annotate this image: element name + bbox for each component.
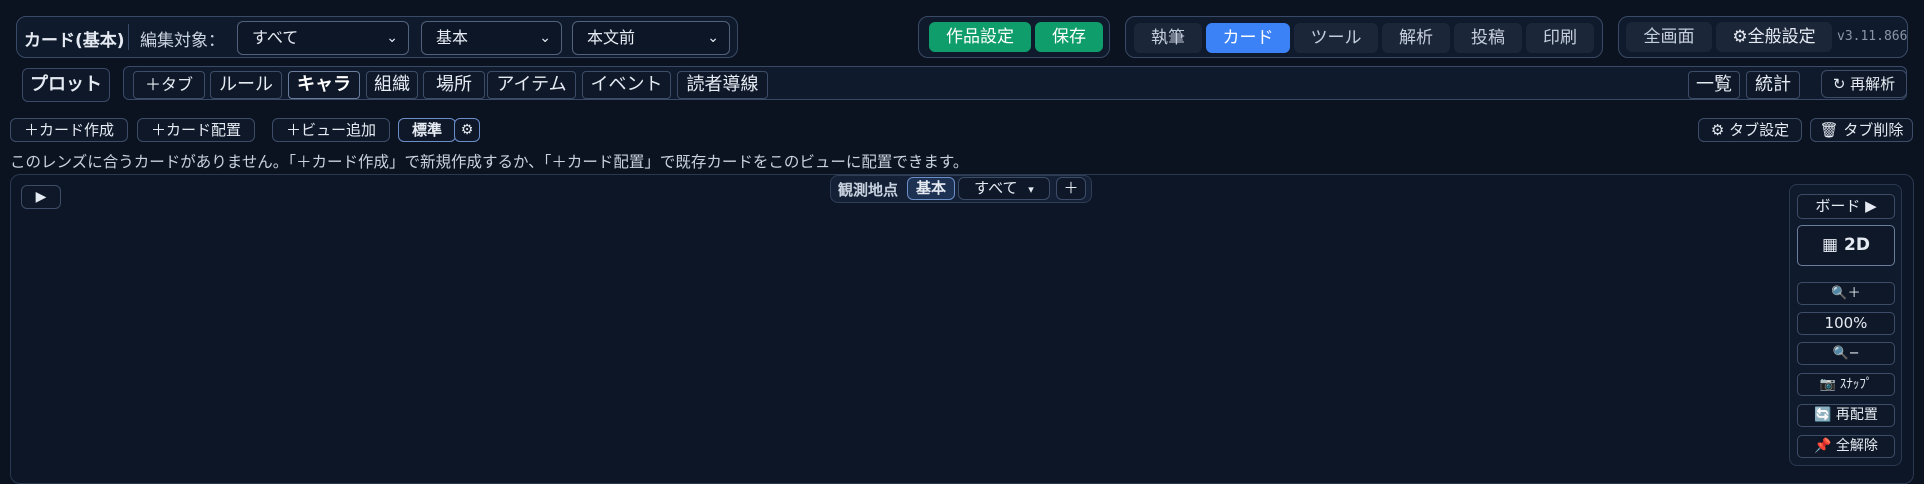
- observation-filter-select[interactable]: すべて ▾: [958, 177, 1050, 200]
- tab-printing[interactable]: 印刷: [1526, 23, 1594, 53]
- list-button[interactable]: 一覧: [1688, 71, 1740, 99]
- observation-filter-value: すべて: [974, 179, 1018, 197]
- tab-organizations[interactable]: 組織: [366, 71, 418, 99]
- observation-base-button[interactable]: 基本: [907, 177, 955, 200]
- view-2d-button[interactable]: ▦ 2D: [1797, 225, 1895, 266]
- release-all-button[interactable]: 📌 全解除: [1797, 435, 1895, 458]
- tab-card[interactable]: カード: [1206, 23, 1290, 53]
- stats-button[interactable]: 統計: [1746, 71, 1800, 99]
- view-standard-button[interactable]: 標準: [398, 118, 456, 142]
- chevron-down-icon: ⌄: [539, 30, 551, 46]
- reanalyze-button[interactable]: ↻ 再解析: [1821, 70, 1907, 98]
- position-value: 本文前: [587, 28, 636, 47]
- tab-places[interactable]: 場所: [423, 71, 485, 99]
- tab-analysis[interactable]: 解析: [1382, 23, 1450, 53]
- zoom-level: 100%: [1797, 312, 1895, 335]
- empty-lens-message: このレンズに合うカードがありません。「＋カード作成」で新規作成するか、「＋カード…: [10, 153, 969, 171]
- category-select[interactable]: 基本 ⌄: [421, 21, 562, 55]
- fullscreen-button[interactable]: 全画面: [1626, 22, 1712, 52]
- observation-add-button[interactable]: ＋: [1056, 177, 1086, 200]
- chevron-down-icon: ⌄: [386, 30, 398, 46]
- plot-button[interactable]: プロット: [22, 68, 110, 102]
- edit-target-value: すべて: [252, 28, 299, 47]
- divider: [128, 24, 129, 50]
- work-settings-button[interactable]: 作品設定: [929, 22, 1031, 52]
- caret-down-icon: ▾: [1028, 183, 1034, 196]
- play-icon[interactable]: ▶: [21, 185, 61, 209]
- edit-target-select[interactable]: すべて ⌄: [237, 21, 409, 55]
- tab-delete-button[interactable]: 🗑 タブ削除: [1810, 118, 1913, 142]
- add-view-button[interactable]: ＋ビュー追加: [272, 118, 390, 142]
- add-tab-button[interactable]: ＋タブ: [133, 71, 205, 99]
- position-select[interactable]: 本文前 ⌄: [572, 21, 730, 55]
- tab-settings-button[interactable]: ⚙ タブ設定: [1698, 118, 1802, 142]
- board-button[interactable]: ボード ▶: [1797, 194, 1895, 219]
- tab-posting[interactable]: 投稿: [1454, 23, 1522, 53]
- observation-label: 観測地点: [838, 181, 899, 199]
- card-canvas[interactable]: [10, 174, 1914, 484]
- tab-rules[interactable]: ルール: [210, 71, 282, 99]
- general-settings-button[interactable]: ⚙全般設定: [1716, 22, 1832, 52]
- tab-items[interactable]: アイテム: [487, 71, 576, 99]
- place-card-button[interactable]: ＋カード配置: [137, 118, 255, 142]
- create-card-button[interactable]: ＋カード作成: [10, 118, 128, 142]
- view-gear-icon[interactable]: ⚙: [454, 118, 480, 142]
- tab-writing[interactable]: 執筆: [1134, 23, 1202, 53]
- snapshot-button[interactable]: 📷 ｽﾅｯﾌﾟ: [1797, 373, 1895, 396]
- tab-tools[interactable]: ツール: [1294, 23, 1378, 53]
- zoom-out-button[interactable]: 🔍−: [1797, 342, 1895, 365]
- card-title: カード(基本): [24, 31, 125, 51]
- edit-target-label: 編集対象：: [140, 31, 225, 51]
- tab-characters[interactable]: キャラ: [288, 71, 360, 99]
- tab-reader-path[interactable]: 読者導線: [677, 71, 768, 99]
- category-value: 基本: [436, 28, 469, 47]
- tab-events[interactable]: イベント: [582, 71, 671, 99]
- rearrange-button[interactable]: 🔄 再配置: [1797, 404, 1895, 427]
- chevron-down-icon: ⌄: [707, 30, 719, 46]
- save-button[interactable]: 保存: [1035, 22, 1103, 52]
- zoom-in-button[interactable]: 🔍＋: [1797, 282, 1895, 305]
- version-label: v3.11.866: [1837, 29, 1908, 44]
